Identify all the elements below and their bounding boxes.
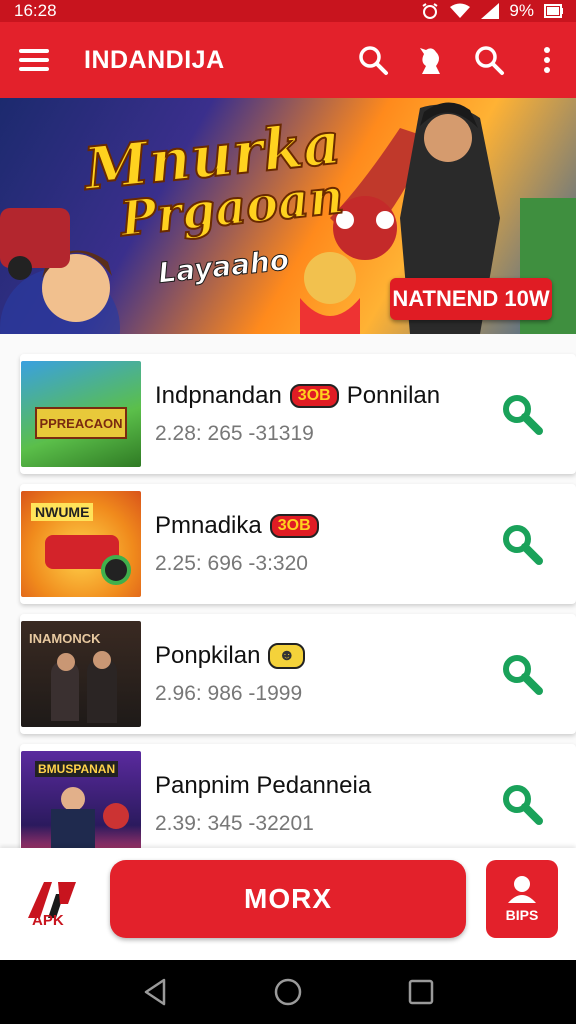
system-nav-bar xyxy=(0,960,576,1024)
tips-button[interactable]: BIPS xyxy=(486,860,558,938)
more-button[interactable]: MORX xyxy=(110,860,466,938)
signal-icon xyxy=(481,3,500,19)
thumb-label: BMUSPANAN xyxy=(35,761,119,777)
user-icon xyxy=(508,876,536,903)
search-button[interactable] xyxy=(344,22,402,98)
item-badge-icon: ☻ xyxy=(268,643,306,669)
app-thumbnail: NWUME xyxy=(21,491,141,597)
menu-button[interactable] xyxy=(0,22,68,98)
search-icon xyxy=(503,525,543,565)
item-search-button[interactable] xyxy=(492,774,552,834)
item-title: Indpnandan xyxy=(155,382,282,409)
item-subtitle: 2.96: 986 -1999 xyxy=(155,682,303,705)
recents-icon[interactable] xyxy=(408,979,434,1005)
item-subtitle: 2.39: 345 -32201 xyxy=(155,812,314,835)
thumb-label: PPREACAON xyxy=(35,407,127,439)
item-badge: 3OB xyxy=(289,384,339,408)
overflow-menu-button[interactable] xyxy=(518,22,576,98)
back-icon[interactable] xyxy=(142,978,168,1006)
promo-banner[interactable]: Mnurka Prgaoan Layaaho NATNEND 10W xyxy=(0,98,576,334)
list-item[interactable]: PPREACAON Indpnandan 3OB Ponnilan 2.28: … xyxy=(20,354,576,474)
item-search-button[interactable] xyxy=(492,644,552,704)
item-search-button[interactable] xyxy=(492,514,552,574)
banner-cta-button[interactable]: NATNEND 10W xyxy=(390,278,552,320)
item-badge: 3OB xyxy=(269,514,319,538)
status-bar: 16:28 9% xyxy=(0,0,576,22)
app-title: INDANDIJA xyxy=(84,45,225,74)
apk-label: APK xyxy=(32,912,64,929)
battery-percent: 9% xyxy=(509,1,534,20)
list-item[interactable]: NWUME Pmnadika 3OB 2.25: 696 -3:320 xyxy=(20,484,576,604)
search-icon xyxy=(359,46,388,75)
status-time: 16:28 xyxy=(14,1,57,20)
alarm-icon xyxy=(422,3,438,19)
item-title: Panpnim Pedanneia xyxy=(155,772,372,799)
home-icon[interactable] xyxy=(273,977,303,1007)
app-thumbnail: INAMONCK xyxy=(21,621,141,727)
app-thumbnail: BMUSPANAN xyxy=(21,751,141,848)
thumb-label: NWUME xyxy=(31,503,94,521)
bird-button[interactable] xyxy=(402,22,460,98)
search-button-2[interactable] xyxy=(460,22,518,98)
search-icon xyxy=(503,785,543,825)
app-list: PPREACAON Indpnandan 3OB Ponnilan 2.28: … xyxy=(0,334,576,848)
more-vert-icon xyxy=(544,47,550,73)
app-thumbnail: PPREACAON xyxy=(21,361,141,467)
item-search-button[interactable] xyxy=(492,384,552,444)
item-title: Ponpkilan xyxy=(155,642,261,669)
list-item[interactable]: INAMONCK Ponpkilan ☻ 2.96: 986 -1999 xyxy=(20,614,576,734)
hamburger-icon xyxy=(19,49,49,71)
bird-icon xyxy=(420,48,440,74)
app-bar: INDANDIJA xyxy=(0,22,576,98)
thumb-label: INAMONCK xyxy=(29,631,101,646)
wifi-icon xyxy=(450,3,471,18)
tips-label: BIPS xyxy=(505,907,539,923)
item-subtitle: 2.28: 265 -31319 xyxy=(155,422,314,445)
bottom-action-bar: APK MORX BIPS xyxy=(0,848,576,960)
item-title-suffix: Ponnilan xyxy=(346,382,441,409)
search-icon xyxy=(503,655,543,695)
item-subtitle: 2.25: 696 -3:320 xyxy=(155,552,308,575)
search-icon xyxy=(503,395,543,435)
item-title: Pmnadika xyxy=(155,512,262,539)
search-icon xyxy=(475,46,504,75)
battery-icon xyxy=(544,4,563,18)
list-item[interactable]: BMUSPANAN Panpnim Pedanneia 2.39: 345 -3… xyxy=(20,744,576,848)
